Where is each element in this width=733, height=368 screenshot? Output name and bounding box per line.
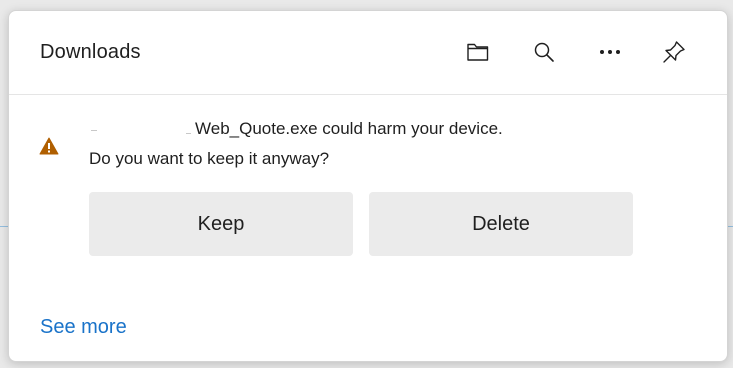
folder-icon[interactable]: [461, 35, 495, 69]
redacted-filename: [91, 122, 195, 137]
warning-message-line2: Do you want to keep it anyway?: [89, 149, 330, 168]
warning-message-line1: Web_Quote.exe could harm your device.: [91, 119, 503, 139]
warning-filename-text: Web_Quote.exe could harm your device.: [195, 119, 503, 138]
see-more-link[interactable]: See more: [40, 316, 127, 339]
warning-triangle-icon: [39, 137, 59, 160]
more-options-icon[interactable]: [593, 35, 627, 69]
pin-icon[interactable]: [657, 35, 691, 69]
downloads-header: Downloads: [9, 11, 727, 95]
keep-button[interactable]: Keep: [89, 192, 353, 256]
search-icon[interactable]: [527, 35, 561, 69]
background-divider: [0, 226, 8, 227]
downloads-panel: Downloads Web_Quote.exe could harm your …: [8, 10, 728, 362]
delete-button[interactable]: Delete: [369, 192, 633, 256]
panel-title: Downloads: [40, 41, 141, 63]
